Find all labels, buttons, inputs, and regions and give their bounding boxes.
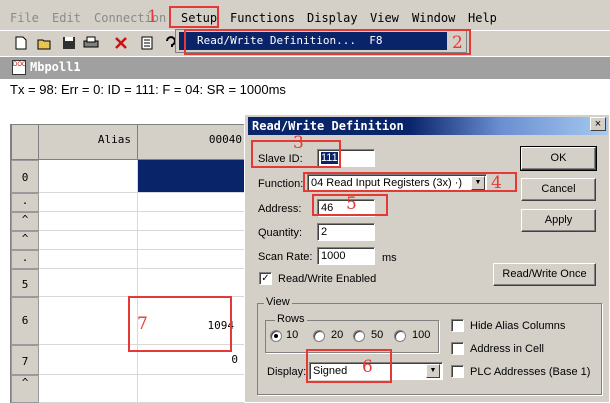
ok-button[interactable]: OK <box>520 146 597 171</box>
menu-help[interactable]: Help <box>468 11 497 25</box>
scan-rate-label: Scan Rate: <box>258 251 313 263</box>
plc-addresses-checkbox[interactable] <box>451 365 464 378</box>
row-header: 6 <box>11 297 39 345</box>
grid-corner <box>11 124 39 160</box>
annotation-number: 5 <box>346 194 357 214</box>
close-icon[interactable]: × <box>590 117 606 131</box>
chevron-down-icon[interactable]: ▼ <box>426 364 440 378</box>
address-header: 00040 <box>137 124 251 160</box>
alias-header: Alias <box>38 124 138 160</box>
row-header: ^ <box>11 212 39 231</box>
rows-radio-50[interactable] <box>353 330 365 342</box>
row-header: 7 <box>11 345 39 375</box>
save-icon[interactable] <box>60 34 78 52</box>
dialog-title: Read/Write Definition <box>252 119 404 133</box>
function-label: Function: <box>258 178 304 190</box>
annotation-number: 1 <box>147 7 158 27</box>
menu-functions[interactable]: Functions <box>230 11 295 25</box>
child-window-title: Mbpoll1 <box>30 60 81 74</box>
quantity-label: Quantity: <box>258 227 303 239</box>
scan-rate-unit: ms <box>382 252 397 264</box>
rows-radio-label: 10 <box>286 329 299 341</box>
annotation-number: 6 <box>362 357 373 377</box>
rows-radio-20[interactable] <box>313 330 325 342</box>
row-header: 0 <box>11 160 39 193</box>
value-cell-selected[interactable] <box>138 160 251 193</box>
alias-cell[interactable] <box>39 297 138 345</box>
quantity-field[interactable]: 2 <box>317 223 375 241</box>
rows-radio-10[interactable] <box>270 330 282 342</box>
print-icon[interactable] <box>82 34 100 52</box>
annotation-number: 7 <box>137 314 148 334</box>
alias-cell[interactable] <box>39 231 138 250</box>
rows-radio-100[interactable] <box>394 330 406 342</box>
alias-cell[interactable] <box>39 212 138 231</box>
alias-cell[interactable] <box>39 193 138 212</box>
scan-rate-field[interactable]: 1000 <box>317 247 375 265</box>
alias-cell[interactable] <box>39 250 138 269</box>
annotation-number: 3 <box>293 133 304 153</box>
annotation-box <box>303 172 517 192</box>
alias-cell[interactable] <box>39 345 138 375</box>
value-cell[interactable] <box>138 193 251 212</box>
value-cell[interactable] <box>138 231 251 250</box>
hide-alias-columns-label: Hide Alias Columns <box>470 320 566 332</box>
row-header: 5 <box>11 269 39 297</box>
read-write-enabled-checkbox[interactable]: ✓ <box>259 272 272 285</box>
menu-display[interactable]: Display <box>307 11 358 25</box>
read-write-once-button[interactable]: Read/Write Once <box>493 263 596 286</box>
status-line: Tx = 98: Err = 0: ID = 111: F = 04: SR =… <box>10 82 286 97</box>
open-folder-icon[interactable] <box>36 34 54 52</box>
menu-window[interactable]: Window <box>412 11 455 25</box>
address-label: Address: <box>258 203 302 215</box>
menu-bar: File Edit Connection Setup Functions Dis… <box>0 0 610 30</box>
annotation-box <box>169 6 219 28</box>
alias-cell[interactable] <box>39 375 138 403</box>
row-header: ^ <box>11 375 39 403</box>
display-label: Display: <box>267 366 307 378</box>
annotation-number: 2 <box>452 33 463 53</box>
data-grid: Alias 00040 0 . ^ ^ . 5 6 1094 7 0 ^ <box>10 124 251 403</box>
document-icon: DOC <box>12 60 26 75</box>
annotation-box <box>306 349 392 383</box>
value-cell[interactable] <box>138 269 251 297</box>
annotation-box <box>184 29 471 55</box>
rows-radio-label: 20 <box>331 329 344 341</box>
rows-group-label: Rows <box>275 313 307 325</box>
rows-radio-label: 50 <box>371 329 384 341</box>
row-header: . <box>11 250 39 269</box>
menu-edit[interactable]: Edit <box>52 11 81 25</box>
address-in-cell-label: Address in Cell <box>470 343 544 355</box>
menu-view[interactable]: View <box>370 11 399 25</box>
row-header: . <box>11 193 39 212</box>
address-in-cell-checkbox[interactable] <box>451 342 464 355</box>
annotation-number: 4 <box>491 173 502 193</box>
rows-radio-label: 100 <box>412 329 431 341</box>
alias-cell[interactable] <box>39 269 138 297</box>
plc-addresses-label: PLC Addresses (Base 1) <box>470 366 591 378</box>
value-cell[interactable] <box>138 375 251 403</box>
alias-cell[interactable] <box>39 160 138 193</box>
document-icon[interactable] <box>138 34 156 52</box>
read-write-enabled-label: Read/Write Enabled <box>278 273 377 285</box>
view-group-label: View <box>264 296 292 308</box>
new-file-icon[interactable] <box>12 34 30 52</box>
apply-button[interactable]: Apply <box>521 209 596 232</box>
menu-file[interactable]: File <box>10 11 39 25</box>
row-header: ^ <box>11 231 39 250</box>
value-cell[interactable] <box>138 250 251 269</box>
delete-icon[interactable] <box>112 34 130 52</box>
child-window-titlebar[interactable]: DOC Mbpoll1 <box>0 57 610 79</box>
hide-alias-columns-checkbox[interactable] <box>451 319 464 332</box>
value-cell[interactable] <box>138 212 251 231</box>
cancel-button[interactable]: Cancel <box>521 178 596 201</box>
